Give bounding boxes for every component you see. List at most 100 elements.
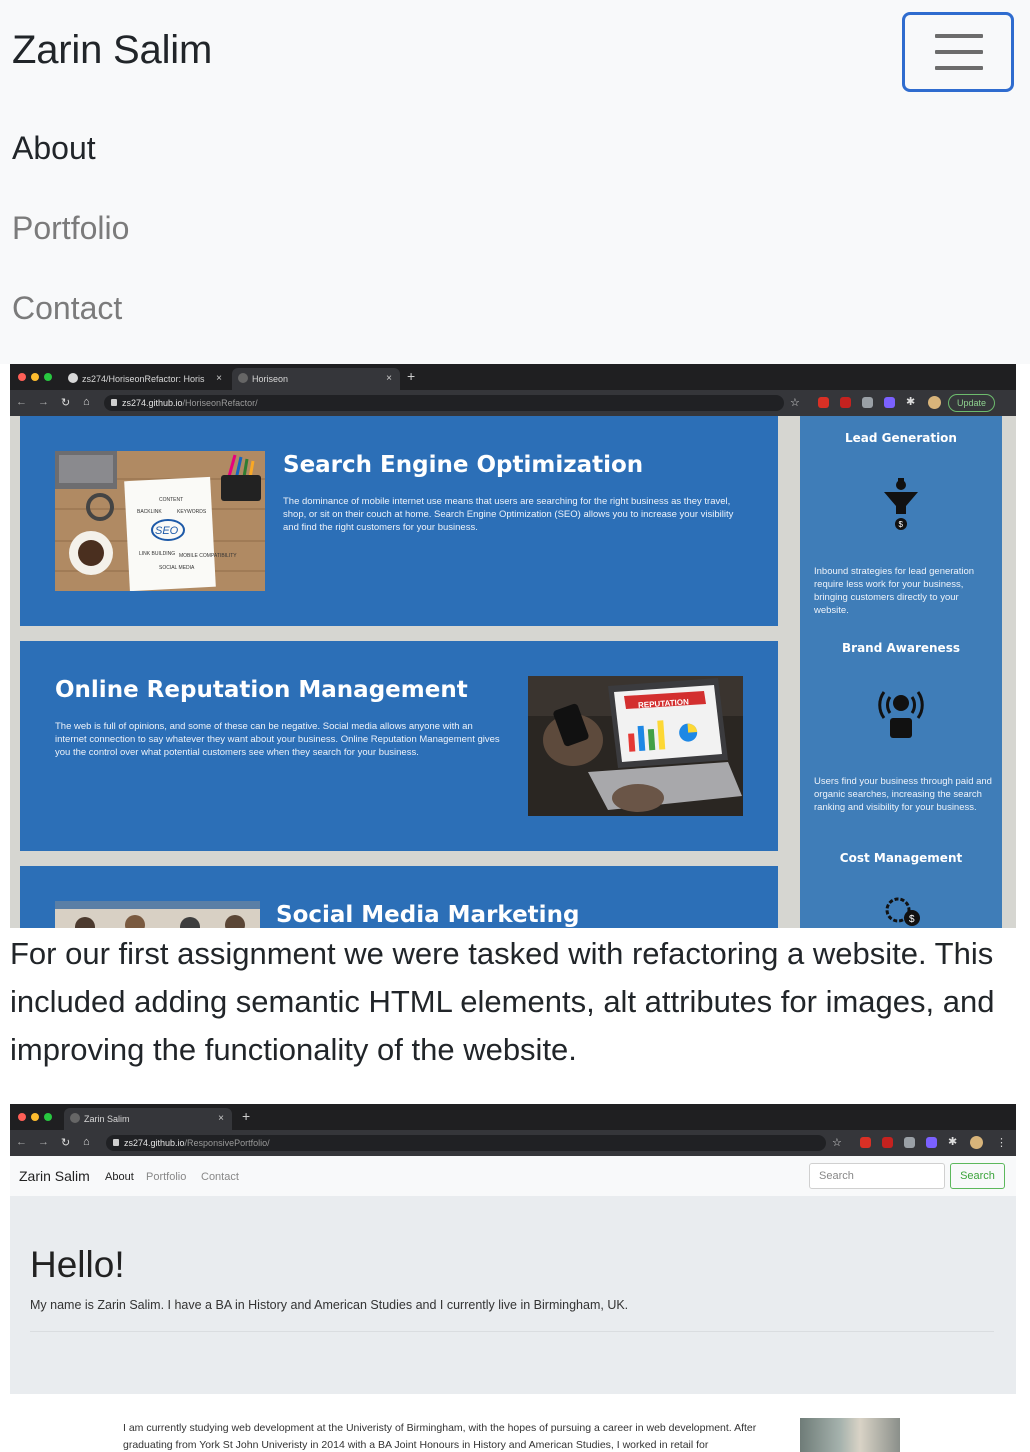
url-path: /HoriseonRefactor/ (182, 398, 258, 408)
extension-icon (818, 397, 829, 408)
extension-icon (862, 397, 873, 408)
extension-icon (926, 1137, 937, 1148)
close-window-dot (18, 373, 26, 381)
cost-management-heading: Cost Management (839, 851, 963, 865)
gear-dollar-icon: $ (885, 897, 920, 926)
lock-icon (113, 1139, 119, 1146)
portfolio-hello-heading: Hello! (30, 1244, 125, 1285)
bookmark-star-icon: ☆ (832, 1137, 842, 1149)
brand-name[interactable]: Zarin Salim (12, 28, 212, 73)
globe-icon (70, 1113, 80, 1123)
puzzle-icon: ✱ (948, 1136, 958, 1148)
portfolio-bio-text: I am currently studying web development … (123, 1422, 757, 1451)
project-screenshot-horiseon[interactable]: zs274/HoriseonRefactor: Horis × Horiseon… (10, 364, 1016, 928)
brand-awareness-text: Users find your business through paid an… (814, 776, 992, 813)
browser-tab: zs274/HoriseonRefactor: Horis × (62, 368, 230, 390)
nav-link-contact[interactable]: Contact (12, 290, 122, 327)
github-icon (68, 373, 78, 383)
browser-tab-title: zs274/HoriseonRefactor: Horis (82, 374, 205, 384)
avatar (970, 1136, 983, 1149)
lead-generation-text: Inbound strategies for lead generation r… (814, 566, 975, 616)
navbar: Zarin Salim About Portfolio Contact (0, 0, 1030, 364)
maximize-window-dot (44, 373, 52, 381)
portfolio-nav-portfolio: Portfolio (146, 1171, 187, 1183)
globe-icon (238, 373, 248, 383)
home-icon: ⌂ (83, 1136, 90, 1148)
portfolio-search-button: Search (950, 1163, 1005, 1189)
browser-address-bar: ← → ↻ ⌂ zs274.github.io/HoriseonRefactor… (10, 390, 1016, 416)
funnel-icon: $ (884, 478, 918, 530)
reputation-card: Online Reputation Management The web is … (20, 641, 778, 851)
social-media-card: Social Media Marketing (20, 866, 778, 928)
seo-word: SOCIAL MEDIA (159, 565, 195, 571)
extension-icon (860, 1137, 871, 1148)
close-tab-icon: × (386, 373, 392, 384)
reputation-text: The web is full of opinions, and some of… (55, 721, 500, 758)
close-window-dot (18, 1113, 26, 1121)
project-screenshot-portfolio[interactable]: Zarin Salim × + ← → ↻ ⌂ zs274.github.io/… (10, 1104, 1016, 1452)
new-tab-icon: + (242, 1108, 251, 1124)
reputation-laptop-image: REPUTATION (528, 676, 743, 816)
lead-generation-heading: Lead Generation (845, 431, 957, 445)
portfolio-navbar: Zarin Salim About Portfolio Contact Sear… (10, 1156, 1016, 1196)
puzzle-icon: ✱ (906, 396, 916, 408)
reputation-heading: Online Reputation Management (55, 677, 468, 703)
navbar-toggler-button[interactable] (902, 12, 1014, 92)
seo-word: BACKLINK (137, 509, 162, 515)
portfolio-search-input: Search (809, 1163, 945, 1189)
reload-icon: ↻ (61, 397, 71, 409)
portfolio-profile-image (800, 1418, 900, 1452)
svg-text:$: $ (899, 520, 904, 529)
extension-icon (904, 1137, 915, 1148)
brand-awareness-heading: Brand Awareness (842, 641, 960, 655)
seo-word: MOBILE COMPATIBILITY (179, 553, 237, 559)
forward-icon: → (38, 396, 49, 408)
url-path: /ResponsivePortfolio/ (184, 1138, 270, 1148)
nav-link-portfolio[interactable]: Portfolio (12, 210, 129, 247)
svg-text:$: $ (909, 914, 915, 925)
close-tab-icon: × (216, 373, 222, 384)
horiseon-sidebar: Lead Generation $ Inbound strategies for… (800, 416, 1002, 928)
browser-address-bar: ← → ↻ ⌂ zs274.github.io/ResponsivePortfo… (10, 1130, 1016, 1156)
browser-tab-active: Horiseon × (232, 368, 400, 390)
browser-tab-active: Zarin Salim × (64, 1108, 232, 1130)
portfolio-brand: Zarin Salim (19, 1168, 90, 1184)
browser-tab-strip: zs274/HoriseonRefactor: Horis × Horiseon… (10, 364, 1016, 390)
project-description: For our first assignment we were tasked … (10, 936, 995, 1067)
back-icon: ← (16, 1136, 27, 1148)
browser-tab-title: Zarin Salim (84, 1114, 130, 1124)
url-field: zs274.github.io/HoriseonRefactor/ (104, 395, 784, 411)
social-media-image (55, 901, 260, 928)
seo-heading: Search Engine Optimization (283, 452, 644, 478)
broadcast-person-icon (878, 691, 924, 738)
extension-icon (884, 397, 895, 408)
maximize-window-dot (44, 1113, 52, 1121)
browser-tab-strip: Zarin Salim × + (10, 1104, 1016, 1130)
back-icon: ← (16, 396, 27, 408)
seo-word: LINK BUILDING (139, 551, 175, 557)
divider (30, 1331, 994, 1332)
forward-icon: → (38, 1136, 49, 1148)
lock-icon (111, 399, 117, 406)
portfolio-nav-about: About (105, 1171, 134, 1183)
new-tab-icon: + (407, 368, 416, 384)
seo-card: CONTENT BACKLINK KEYWORDS LINK BUILDING … (20, 416, 778, 626)
extension-icon (840, 397, 851, 408)
nav-link-about[interactable]: About (12, 130, 96, 167)
extension-icon (882, 1137, 893, 1148)
home-icon: ⌂ (83, 396, 90, 408)
portfolio-lead-text: My name is Zarin Salim. I have a BA in H… (30, 1298, 629, 1312)
url-field: zs274.github.io/ResponsivePortfolio/ (106, 1135, 826, 1151)
seo-text: The dominance of mobile internet use mea… (283, 496, 734, 533)
seo-word: SEO (155, 525, 179, 537)
bookmark-star-icon: ☆ (790, 397, 800, 409)
seo-illustration-image: CONTENT BACKLINK KEYWORDS LINK BUILDING … (55, 451, 265, 591)
minimize-window-dot (31, 373, 39, 381)
seo-word: KEYWORDS (177, 509, 207, 515)
close-tab-icon: × (218, 1113, 224, 1124)
minimize-window-dot (31, 1113, 39, 1121)
more-menu-icon: ⋮ (996, 1137, 1007, 1149)
url-host: zs274.github.io (124, 1138, 185, 1148)
social-media-heading: Social Media Marketing (276, 902, 580, 928)
update-button: Update (948, 394, 996, 412)
